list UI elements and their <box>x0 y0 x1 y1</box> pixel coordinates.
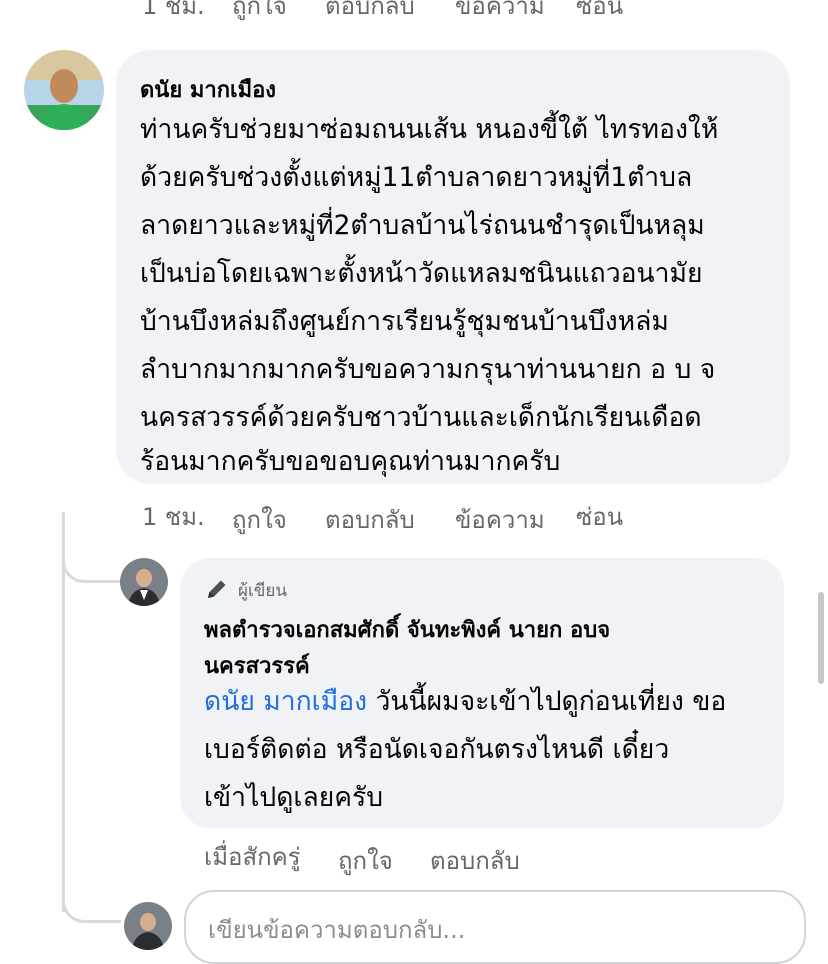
comment-bubble: ดนัย มากเมือง ท่านครับช่วยมาซ่อมถนนเส้น … <box>116 50 790 484</box>
comment-line: นครสวรรค์ด้วยครับชาวบ้านและเด็กนักเรียนเ… <box>140 402 702 433</box>
like-link[interactable]: ถูกใจ <box>232 500 287 539</box>
reply-input[interactable]: เขียนข้อความตอบกลับ... <box>184 890 806 964</box>
reply-line: เข้าไปดูเลยครับ <box>204 782 384 813</box>
comment-author[interactable]: ดนัย มากเมือง <box>140 72 276 107</box>
reply-line: ดนัย มากเมือง วันนี้ผมจะเข้าไปดูก่อนเที่… <box>204 678 726 726</box>
avatar[interactable] <box>24 50 104 130</box>
reply-input-placeholder: เขียนข้อความตอบกลับ... <box>208 916 466 944</box>
thread-connector <box>62 540 121 583</box>
comment-line: ร้อนมากครับขอขอบคุณท่านมากครับ <box>140 446 561 477</box>
like-link[interactable]: ถูกใจ <box>338 841 393 880</box>
timestamp: เมื่อสักครู่ <box>204 843 301 871</box>
reply-link[interactable]: ตอบกลับ <box>325 0 415 25</box>
comment-line: ลาดยาวและหมู่ที่2ตำบลบ้านไร่ถนนชำรุดเป็น… <box>140 210 705 241</box>
hide-link[interactable]: ซ่อน <box>576 0 623 25</box>
timestamp: 1 ชม. <box>142 503 205 531</box>
comment-line: ด้วยครับช่วงตั้งแต่หมู่11ตำบลาดยาวหมู่ที… <box>140 162 693 193</box>
reply-link[interactable]: ตอบกลับ <box>430 841 520 880</box>
scrollbar[interactable] <box>818 592 824 684</box>
comment-line: เป็นบ่อโดยเฉพาะตั้งหน้าวัดแหลมชนินแถวอนา… <box>140 258 703 289</box>
avatar[interactable] <box>124 902 172 950</box>
hide-link[interactable]: ซ่อน <box>576 497 623 536</box>
pencil-icon <box>204 576 230 602</box>
like-link[interactable]: ถูกใจ <box>232 0 287 25</box>
message-link[interactable]: ข้อความ <box>455 500 545 539</box>
timestamp: 1 ชม. <box>142 0 205 20</box>
message-link[interactable]: ข้อความ <box>455 0 545 25</box>
avatar[interactable] <box>120 558 168 606</box>
reply-line: เบอร์ติดต่อ หรือนัดเจอกันตรงไหนดี เดี๋ยว <box>204 734 670 765</box>
author-badge: ผู้เขียน <box>238 581 287 601</box>
comment-line: ลำบากมากมากครับขอความกรุนาท่านนายก อ บ จ <box>140 354 716 385</box>
reply-text: วันนี้ผมจะเข้าไปดูก่อนเที่ยง ขอ <box>367 686 727 717</box>
mention-link[interactable]: ดนัย มากเมือง <box>204 686 367 717</box>
comment-line: ท่านครับช่วยมาซ่อมถนนเส้น หนองขี้ใต้ ไทร… <box>140 114 719 145</box>
reply-bubble: ผู้เขียน พลตำรวจเอกสมศักดิ์ จันทะพิงค์ น… <box>180 558 784 828</box>
comment-line: บ้านบึงหล่มถึงศูนย์การเรียนรู้ชุมชนบ้านบ… <box>140 306 669 337</box>
reply-link[interactable]: ตอบกลับ <box>325 500 415 539</box>
reply-author[interactable]: พลตำรวจเอกสมศักดิ์ จันทะพิงค์ นายก อบจ <box>204 612 610 647</box>
thread-connector <box>62 880 121 923</box>
